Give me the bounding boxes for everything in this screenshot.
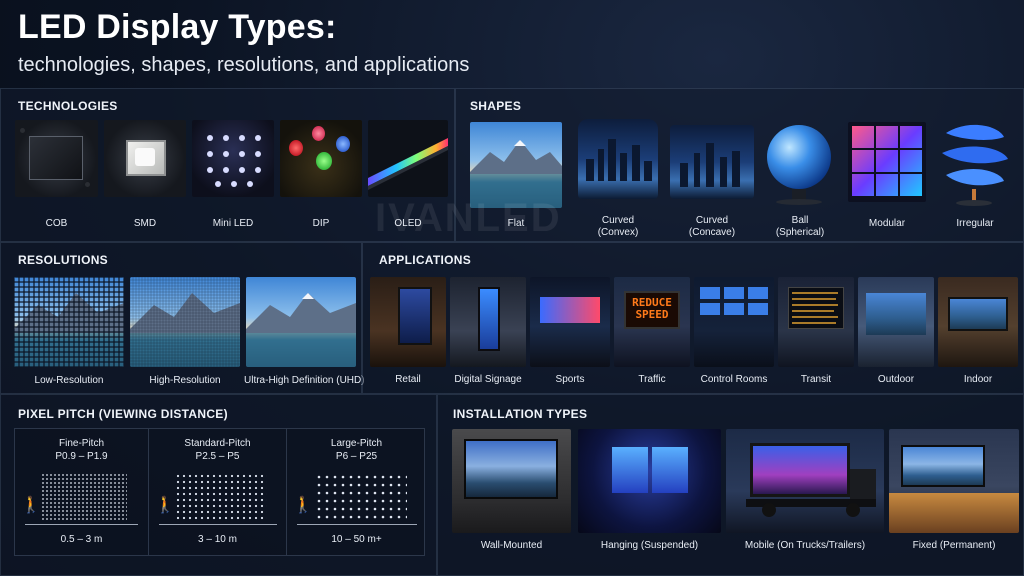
install-label-mobile: Mobile (On Trucks/Trailers) [744, 540, 866, 551]
uhd-thumbnail [246, 277, 356, 367]
installation-title: INSTALLATION TYPES [453, 407, 588, 421]
app-label-transit: Transit [800, 374, 832, 385]
standard-pitch-dots [175, 473, 267, 521]
tech-label-mini-led: Mini LED [212, 218, 254, 229]
sports-thumbnail [530, 277, 610, 367]
shape-label-curved-convex: Curved (Convex) [578, 215, 658, 239]
res-label-high: High-Resolution [149, 375, 221, 386]
install-label-fixed: Fixed (Permanent) [912, 540, 996, 551]
shapes-title: SHAPES [470, 99, 522, 113]
tech-label-smd: SMD [133, 218, 157, 229]
shape-sub-spherical: (Spherical) [775, 227, 825, 238]
digital-signage-thumbnail [450, 277, 526, 367]
irregular-screen-icon [938, 119, 1012, 207]
person-icon: 🚶 [21, 497, 41, 514]
pp-col-large: Large-Pitch P6 – P25 🚶 10 – 50 m+ [286, 429, 426, 555]
shape-label-curved-2: Curved [695, 215, 729, 226]
smd-chip-icon [104, 120, 186, 197]
pixel-pitch-table: Fine-Pitch P0.9 – P1.9 🚶 0.5 – 3 m Stand… [14, 428, 425, 556]
tech-label-dip: DIP [312, 218, 330, 229]
pp-standard-range: P2.5 – P5 [195, 451, 240, 462]
transit-thumbnail [778, 277, 854, 367]
pp-fine-line [25, 524, 138, 525]
person-icon: 🚶 [155, 497, 175, 514]
app-label-indoor: Indoor [963, 374, 993, 385]
app-label-retail: Retail [395, 374, 421, 385]
pp-col-standard: Standard-Pitch P2.5 – P5 🚶 3 – 10 m [148, 429, 286, 555]
retail-thumbnail [370, 277, 446, 367]
shape-label-ball: Ball (Spherical) [758, 215, 842, 239]
watermark-logo: IVANLED [375, 196, 562, 240]
person-icon: 🚶 [293, 497, 313, 514]
installation-panel: INSTALLATION TYPES Wall-Mounted Hanging … [437, 394, 1024, 576]
applications-panel: APPLICATIONS Retail Digital Signage Spor… [362, 242, 1024, 394]
cob-chip-icon [15, 120, 98, 197]
res-label-low: Low-Resolution [34, 375, 104, 386]
app-label-sports: Sports [555, 374, 585, 385]
technologies-title: TECHNOLOGIES [18, 99, 118, 113]
pp-standard-name: Standard-Pitch [184, 438, 251, 449]
modular-screen-icon [848, 122, 926, 202]
large-pitch-dots [315, 473, 407, 521]
shape-label-irregular: Irregular [956, 218, 994, 229]
res-label-uhd: Ultra-High Definition (UHD) [244, 375, 365, 386]
pixel-pitch-panel: PIXEL PITCH (VIEWING DISTANCE) Fine-Pitc… [0, 394, 437, 576]
pp-col-fine: Fine-Pitch P0.9 – P1.9 🚶 0.5 – 3 m [15, 429, 148, 555]
pp-standard-line [159, 524, 277, 525]
app-label-control-rooms: Control Rooms [700, 374, 768, 385]
traffic-thumbnail: REDUCE SPEED [614, 277, 690, 367]
pp-fine-distance: 0.5 – 3 m [60, 534, 103, 545]
page-title: LED Display Types: [18, 8, 337, 46]
infographic-page: LED Display Types: technologies, shapes,… [0, 0, 1024, 576]
curved-convex-icon [578, 119, 658, 199]
app-label-digital-signage: Digital Signage [454, 374, 522, 385]
page-subtitle: technologies, shapes, resolutions, and a… [18, 54, 470, 76]
resolutions-panel: RESOLUTIONS Low-Resolution High-Resoluti… [0, 242, 365, 394]
hanging-thumbnail [578, 429, 721, 533]
shape-sub-concave: (Concave) [688, 227, 736, 238]
app-label-outdoor: Outdoor [877, 374, 915, 385]
low-resolution-thumbnail [14, 277, 124, 367]
pixel-pitch-title: PIXEL PITCH (VIEWING DISTANCE) [18, 407, 228, 421]
header: LED Display Types: technologies, shapes,… [0, 0, 1024, 88]
oled-panel-icon [368, 120, 448, 197]
shape-sub-convex: (Convex) [597, 227, 639, 238]
mobile-truck-thumbnail [726, 429, 884, 533]
ball-sphere-icon [764, 123, 836, 207]
pp-large-range: P6 – P25 [335, 451, 378, 462]
app-label-traffic: Traffic [638, 374, 666, 385]
shape-label-curved-concave: Curved (Concave) [670, 215, 754, 239]
shape-label-modular: Modular [868, 218, 906, 229]
wall-mounted-thumbnail [452, 429, 571, 533]
pp-fine-range: P0.9 – P1.9 [55, 451, 108, 462]
install-label-hanging: Hanging (Suspended) [600, 540, 699, 551]
outdoor-thumbnail [858, 277, 934, 367]
fine-pitch-dots [41, 473, 127, 521]
resolutions-title: RESOLUTIONS [18, 253, 108, 267]
pp-fine-name: Fine-Pitch [58, 438, 104, 449]
control-rooms-thumbnail [694, 277, 774, 367]
fixed-permanent-thumbnail [889, 429, 1019, 533]
tech-label-cob: COB [45, 218, 68, 229]
pp-large-name: Large-Pitch [330, 438, 383, 449]
applications-title: APPLICATIONS [379, 253, 472, 267]
mini-led-icon [192, 120, 274, 197]
pp-large-line [297, 524, 417, 525]
shape-label-curved-1: Curved [601, 215, 635, 226]
shape-label-ball-1: Ball [791, 215, 809, 226]
install-label-wall-mounted: Wall-Mounted [480, 540, 543, 551]
pp-large-distance: 10 – 50 m+ [331, 534, 382, 545]
curved-concave-icon [670, 125, 754, 199]
indoor-thumbnail [938, 277, 1018, 367]
high-resolution-thumbnail [130, 277, 240, 367]
dip-led-icon [280, 120, 362, 197]
pp-standard-distance: 3 – 10 m [198, 534, 237, 545]
traffic-sign-text: REDUCE SPEED [632, 296, 672, 321]
